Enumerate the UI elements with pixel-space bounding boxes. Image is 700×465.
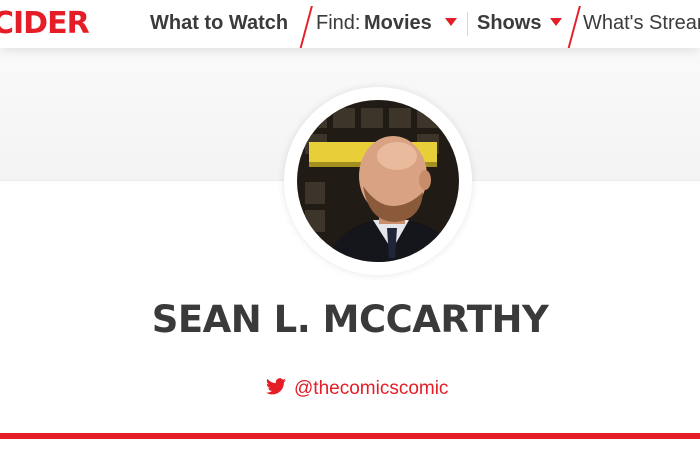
twitter-handle[interactable]: @thecomicscomic xyxy=(294,378,448,400)
nav-divider-slash xyxy=(299,6,313,48)
nav-divider xyxy=(467,12,468,36)
section-divider xyxy=(0,433,700,439)
author-name: SEAN L. MCCARTHY xyxy=(151,298,549,341)
site-header: CIDER What to Watch Find: Movies Shows W… xyxy=(0,0,700,48)
nav-find-label: Find: xyxy=(316,12,361,34)
author-avatar xyxy=(297,100,459,262)
nav-movies-dropdown[interactable]: Movies xyxy=(364,11,432,35)
shows-caret-down-icon[interactable] xyxy=(550,18,562,26)
movies-caret-down-icon[interactable] xyxy=(445,18,457,26)
twitter-link[interactable]: @thecomicscomic xyxy=(266,375,448,403)
twitter-bird-icon[interactable] xyxy=(266,378,286,400)
nav-whats-streaming[interactable]: What's Stream xyxy=(583,11,700,35)
nav-divider-slash xyxy=(567,6,581,48)
site-logo[interactable]: CIDER xyxy=(0,4,90,44)
nav-shows-dropdown[interactable]: Shows xyxy=(477,11,541,35)
author-photo xyxy=(297,100,459,262)
nav-what-to-watch[interactable]: What to Watch xyxy=(150,11,288,35)
